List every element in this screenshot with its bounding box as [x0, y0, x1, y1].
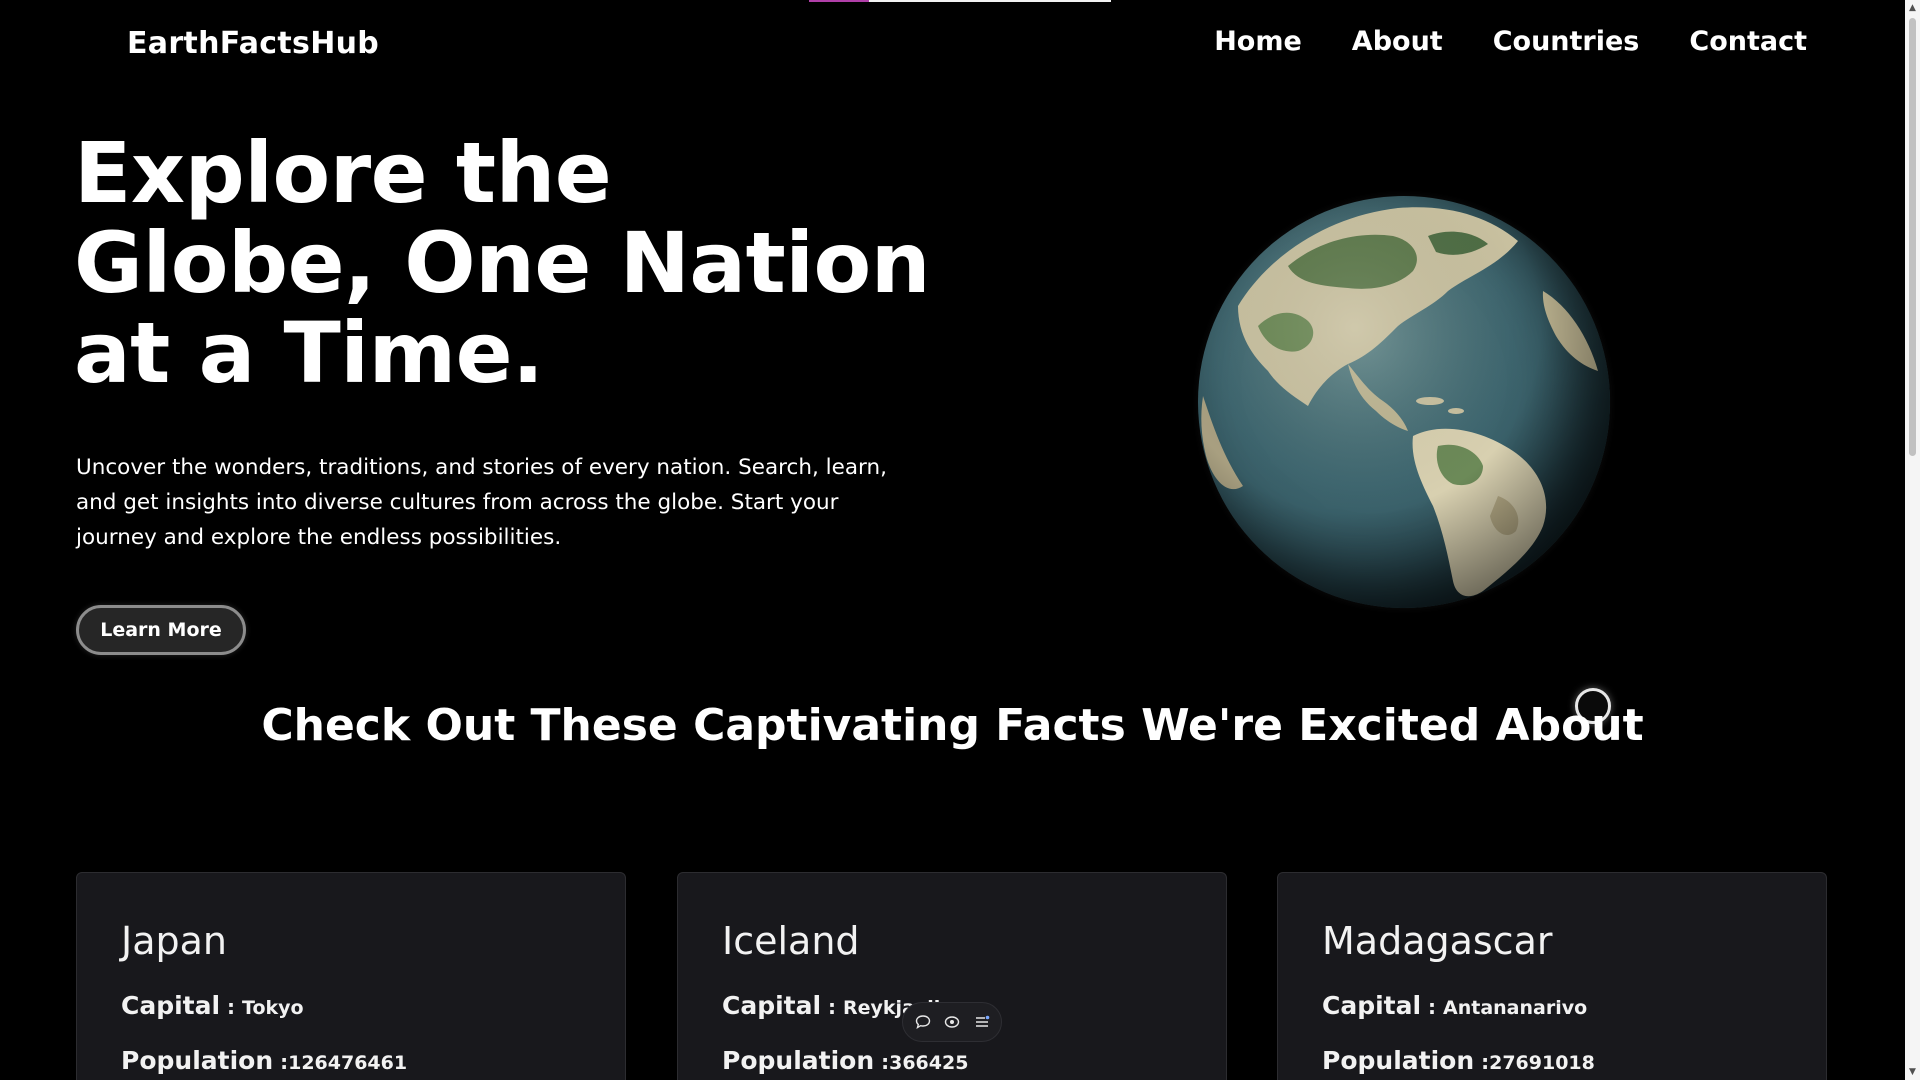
nav-link-home[interactable]: Home	[1214, 26, 1302, 57]
floating-toolbar	[902, 1002, 1002, 1042]
eye-icon[interactable]	[942, 1012, 962, 1032]
population-label: Population	[121, 1046, 274, 1075]
capital-label: Capital	[1322, 991, 1422, 1020]
scrollbar-thumb[interactable]	[1909, 18, 1916, 456]
page: EarthFactsHub Home About Countries Conta…	[0, 0, 1920, 1080]
hero-description: Uncover the wonders, traditions, and sto…	[76, 455, 887, 550]
capital-label: Capital	[121, 991, 221, 1020]
population-value: 27691018	[1489, 1052, 1595, 1074]
nav-links: Home About Countries Contact	[1214, 26, 1807, 57]
capital-separator: :	[220, 995, 243, 1019]
scroll-up-arrow-icon[interactable]: ▲	[1905, 0, 1920, 16]
population-label: Population	[1322, 1046, 1475, 1075]
country-card-iceland[interactable]: Iceland Capital : Reykjavik Population :…	[677, 872, 1227, 1080]
capital-separator: :	[1421, 995, 1444, 1019]
capital-value: Tokyo	[242, 997, 304, 1019]
globe-earth-icon	[1198, 196, 1610, 608]
country-population: Population :366425	[722, 1046, 968, 1075]
navbar: EarthFactsHub Home About Countries Conta…	[0, 0, 1905, 94]
globe-image	[1198, 196, 1610, 608]
population-value: 126476461	[288, 1052, 408, 1074]
population-separator: :	[1474, 1050, 1490, 1074]
capital-label: Capital	[722, 991, 822, 1020]
nav-link-contact[interactable]: Contact	[1689, 26, 1807, 57]
country-card-japan[interactable]: Japan Capital : Tokyo Population :126476…	[76, 872, 626, 1080]
country-name: Madagascar	[1322, 919, 1553, 963]
population-separator: :	[874, 1050, 890, 1074]
country-population: Population :27691018	[1322, 1046, 1595, 1075]
country-name: Japan	[121, 919, 227, 963]
brand-logo[interactable]: EarthFactsHub	[127, 26, 379, 61]
list-icon[interactable]	[972, 1012, 992, 1032]
facts-heading: Check Out These Captivating Facts We're …	[261, 700, 1644, 751]
country-card-madagascar[interactable]: Madagascar Capital : Antananarivo Popula…	[1277, 872, 1827, 1080]
country-population: Population :126476461	[121, 1046, 407, 1075]
population-label: Population	[722, 1046, 875, 1075]
population-separator: :	[273, 1050, 289, 1074]
country-capital: Capital : Tokyo	[121, 991, 304, 1020]
nav-link-about[interactable]: About	[1352, 26, 1443, 57]
nav-link-countries[interactable]: Countries	[1493, 26, 1640, 57]
learn-more-button[interactable]: Learn More	[76, 605, 246, 655]
scroll-down-arrow-icon[interactable]: ▼	[1905, 1064, 1920, 1080]
capital-separator: :	[821, 995, 844, 1019]
population-value: 366425	[889, 1052, 969, 1074]
comment-icon[interactable]	[913, 1012, 933, 1032]
capital-value: Antananarivo	[1443, 997, 1588, 1019]
vertical-scrollbar[interactable]: ▲ ▼	[1905, 0, 1920, 1080]
hero-title: Explore the Globe, One Nation at a Time.	[74, 124, 931, 402]
country-name: Iceland	[722, 919, 860, 963]
country-capital: Capital : Antananarivo	[1322, 991, 1587, 1020]
